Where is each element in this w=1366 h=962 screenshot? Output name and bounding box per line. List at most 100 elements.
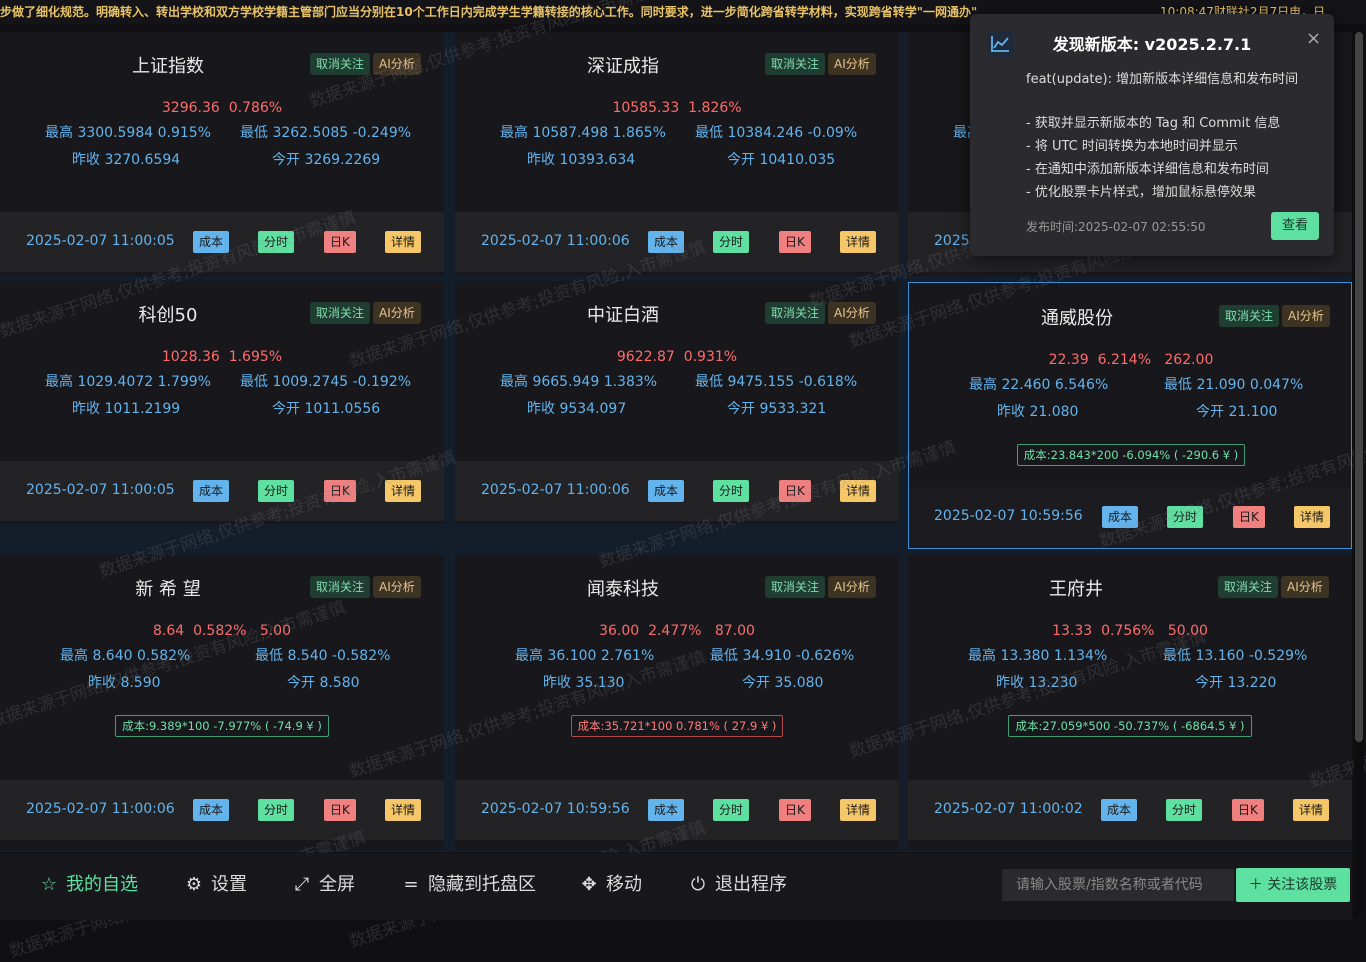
detail-button[interactable]: 详情 (840, 799, 877, 821)
stock-card[interactable]: 王府井 取消关注 AI分析 13.33 0.756% 50.00 最高 13.380 1… (908, 555, 1352, 850)
daily-k-button[interactable]: 日K (324, 799, 356, 821)
bottom-bar: ☆ 我的自选 ⚙ 设置 ⤢ 全屏 = 隐藏到托盘区 ✥ 移动 ⏻ 退出程序 ＋ 关注该股票 (0, 853, 1352, 920)
intraday-button[interactable]: 分时 (713, 799, 750, 821)
detail-button[interactable]: 详情 (840, 231, 877, 253)
cost-badge: 成本:27.059*500 -50.737% ( -6864.5 ¥ ) (1008, 715, 1252, 737)
detail-button[interactable]: 详情 (1293, 799, 1330, 821)
ai-analysis-button[interactable]: AI分析 (1281, 576, 1329, 598)
ai-analysis-button[interactable]: AI分析 (373, 576, 421, 598)
scrollbar[interactable] (1354, 26, 1364, 916)
nav-hide-to-tray[interactable]: = 隐藏到托盘区 (400, 873, 536, 897)
notification-line: - 在通知中添加新版本详细信息和发布时间 (1026, 162, 1269, 177)
daily-k-button[interactable]: 日K (779, 799, 811, 821)
unfollow-button[interactable]: 取消关注 (1219, 305, 1280, 327)
ai-analysis-button[interactable]: AI分析 (373, 53, 421, 75)
intraday-button[interactable]: 分时 (258, 480, 295, 502)
update-time: 2025-02-07 11:00:02 (934, 801, 1083, 817)
daily-k-button[interactable]: 日K (324, 480, 356, 502)
unfollow-button[interactable]: 取消关注 (765, 576, 826, 598)
stock-card[interactable]: 新 希 望 取消关注 AI分析 8.64 0.582% 5.00 最高 8.640 0.… (0, 555, 444, 850)
stock-card[interactable]: 通威股份 取消关注 AI分析 22.39 6.214% 262.00 最高 22.460… (908, 282, 1352, 549)
current-price: 3296.36 (161, 100, 220, 116)
open-price: 今开 35.080 (742, 675, 824, 691)
close-icon[interactable]: × (1306, 28, 1321, 49)
nav-settings[interactable]: ⚙ 设置 (183, 873, 247, 897)
cost-button[interactable]: 成本 (1102, 506, 1139, 528)
nav-exit[interactable]: ⏻ 退出程序 (687, 873, 787, 897)
open-price: 今开 8.580 (287, 675, 360, 691)
open-price: 今开 3269.2269 (272, 152, 381, 168)
detail-button[interactable]: 详情 (1294, 506, 1331, 528)
nav-fullscreen[interactable]: ⤢ 全屏 (291, 873, 355, 897)
cost-button[interactable]: 成本 (193, 799, 230, 821)
cost-button[interactable]: 成本 (193, 231, 230, 253)
intraday-button[interactable]: 分时 (1166, 799, 1203, 821)
intraday-button[interactable]: 分时 (258, 799, 295, 821)
cost-badge: 成本:23.843*200 -6.094% ( -290.6 ¥ ) (1016, 444, 1246, 466)
volume: 262.00 (1164, 352, 1214, 368)
price-line: 13.33 0.756% 50.00 (908, 623, 1352, 639)
intraday-button[interactable]: 分时 (258, 231, 295, 253)
stock-name: 中证白酒 (587, 305, 659, 326)
daily-k-button[interactable]: 日K (324, 231, 356, 253)
price-line: 1028.36 1.695% (0, 349, 444, 365)
open-price: 今开 9533.321 (727, 401, 827, 417)
ai-analysis-button[interactable]: AI分析 (828, 53, 876, 75)
detail-button[interactable]: 详情 (385, 799, 422, 821)
ai-analysis-button[interactable]: AI分析 (373, 302, 421, 324)
unfollow-button[interactable]: 取消关注 (310, 576, 371, 598)
cost-badge: 成本:9.389*100 -7.977% ( -74.9 ¥ ) (115, 715, 329, 737)
add-stock-button[interactable]: ＋ 关注该股票 (1236, 868, 1350, 902)
change-percent: 0.756% (1101, 623, 1155, 639)
volume: 87.00 (714, 623, 755, 639)
detail-button[interactable]: 详情 (385, 231, 422, 253)
update-time: 2025-02-07 11:00:06 (481, 233, 630, 249)
unfollow-button[interactable]: 取消关注 (310, 302, 371, 324)
daily-k-button[interactable]: 日K (1232, 799, 1264, 821)
ai-analysis-button[interactable]: AI分析 (1282, 305, 1330, 327)
stock-card[interactable]: 上证指数 取消关注 AI分析 3296.36 0.786% 最高 3300.5984 0… (0, 32, 444, 276)
price-line: 10585.33 1.826% (455, 100, 899, 116)
ai-analysis-button[interactable]: AI分析 (828, 302, 876, 324)
stock-card[interactable]: 深证成指 取消关注 AI分析 10585.33 1.826% 最高 10587.498 … (455, 32, 899, 276)
view-button[interactable]: 查看 (1271, 212, 1319, 240)
low-value: 最低 9475.155 -0.618% (695, 374, 858, 390)
cost-button[interactable]: 成本 (1101, 799, 1138, 821)
nav-watchlist[interactable]: ☆ 我的自选 (38, 873, 138, 897)
daily-k-button[interactable]: 日K (1233, 506, 1265, 528)
change-percent: 6.214% (1097, 352, 1152, 368)
intraday-button[interactable]: 分时 (1167, 506, 1204, 528)
daily-k-button[interactable]: 日K (779, 231, 811, 253)
cost-button[interactable]: 成本 (648, 480, 685, 502)
open-price: 今开 10410.035 (727, 152, 836, 168)
stock-card[interactable]: 中证白酒 取消关注 AI分析 9622.87 0.931% 最高 9665.949 1.… (455, 281, 899, 524)
change-percent: 1.826% (688, 100, 742, 116)
detail-button[interactable]: 详情 (840, 480, 877, 502)
ai-analysis-button[interactable]: AI分析 (828, 576, 876, 598)
detail-button[interactable]: 详情 (385, 480, 422, 502)
cost-button[interactable]: 成本 (648, 231, 685, 253)
intraday-button[interactable]: 分时 (713, 231, 750, 253)
intraday-button[interactable]: 分时 (713, 480, 750, 502)
search-input[interactable] (1002, 869, 1234, 901)
scrollbar-thumb[interactable] (1355, 32, 1363, 742)
cost-button[interactable]: 成本 (193, 480, 230, 502)
daily-k-button[interactable]: 日K (779, 480, 811, 502)
stock-card[interactable]: 科创50 取消关注 AI分析 1028.36 1.695% 最高 1029.4072 1… (0, 281, 444, 524)
unfollow-button[interactable]: 取消关注 (1218, 576, 1279, 598)
unfollow-button[interactable]: 取消关注 (765, 53, 826, 75)
current-price: 22.39 (1048, 352, 1089, 368)
stock-card[interactable]: 闻泰科技 取消关注 AI分析 36.00 2.477% 87.00 最高 36.100 … (455, 555, 899, 850)
cost-button[interactable]: 成本 (648, 799, 685, 821)
unfollow-button[interactable]: 取消关注 (765, 302, 826, 324)
change-percent: 1.695% (228, 349, 283, 365)
update-time: 2025-02-07 11:00:06 (481, 482, 630, 498)
unfollow-button[interactable]: 取消关注 (310, 53, 371, 75)
prev-close: 昨收 35.130 (543, 675, 625, 691)
prev-close: 昨收 1011.2199 (72, 401, 181, 417)
volume: 50.00 (1167, 623, 1208, 639)
nav-label: 隐藏到托盘区 (428, 874, 536, 895)
low-value: 最低 13.160 -0.529% (1163, 648, 1308, 664)
nav-move[interactable]: ✥ 移动 (578, 873, 642, 897)
card-footer: 2025-02-07 11:00:05 成本 分时 日K 详情 (0, 461, 444, 521)
